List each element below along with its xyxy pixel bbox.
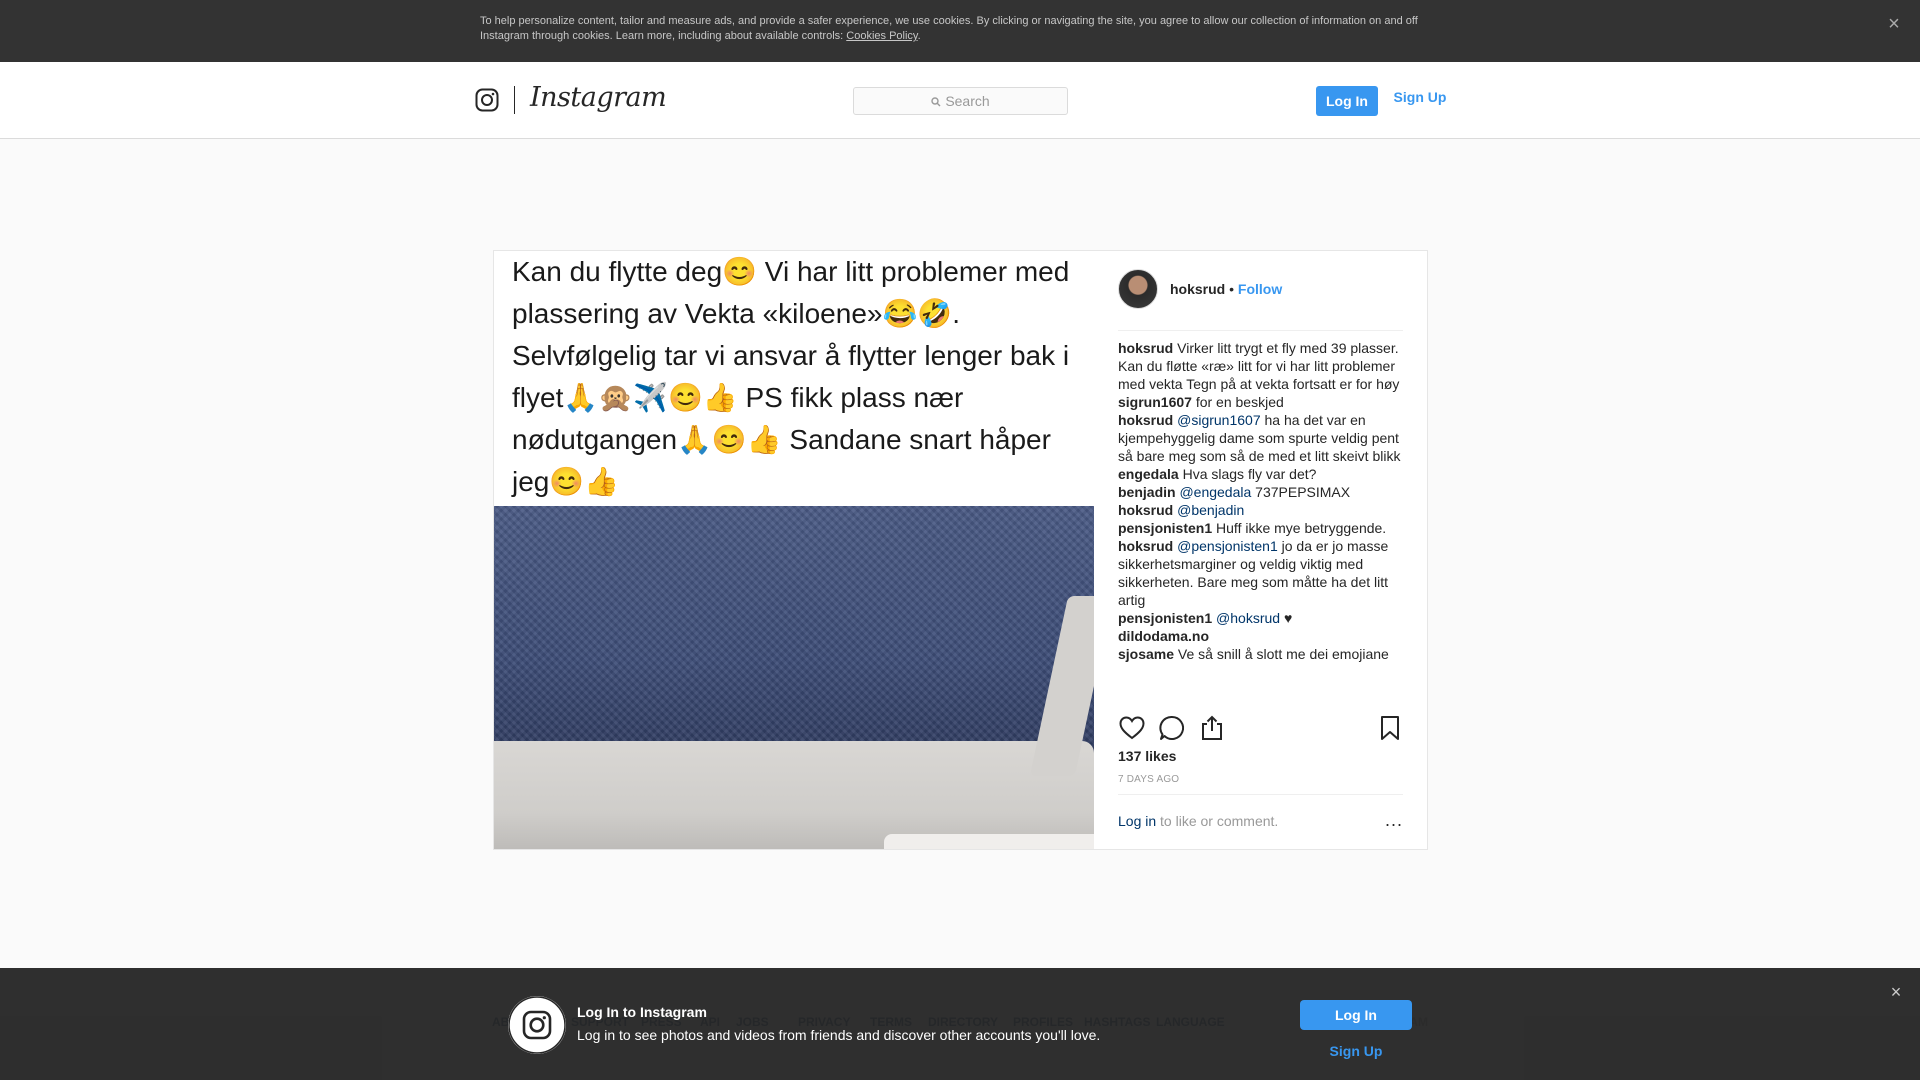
comment-item: hoksrud @sigrun1607 ha ha det var en kje… bbox=[1118, 411, 1408, 465]
instagram-wordmark[interactable]: Instagram bbox=[530, 82, 667, 113]
image-caption-text: Kan du flytte deg😊 Vi har litt problemer… bbox=[494, 251, 1094, 506]
comment-text: 737PEPSIMAX bbox=[1251, 484, 1351, 500]
comment-username[interactable]: engedala bbox=[1118, 466, 1179, 482]
comment-item: pensjonisten1 Huff ikke mye betryggende. bbox=[1118, 519, 1408, 537]
top-nav: Instagram Search Log In Sign Up bbox=[0, 62, 1920, 139]
comment-username[interactable]: hoksrud bbox=[1118, 502, 1173, 518]
login-prompt-text: to like or comment. bbox=[1156, 813, 1279, 829]
search-icon bbox=[931, 97, 941, 107]
share-icon[interactable] bbox=[1198, 714, 1226, 742]
comment-username[interactable]: hoksrud bbox=[1118, 538, 1173, 554]
seat-photo bbox=[494, 506, 1094, 849]
comment-text: Ve så snill å slott me dei emojiane bbox=[1174, 646, 1389, 662]
tray-highlight bbox=[884, 834, 1094, 849]
login-banner-title: Log In to Instagram bbox=[577, 1004, 707, 1020]
post-card: Kan du flytte deg😊 Vi har litt problemer… bbox=[493, 250, 1428, 850]
heart-icon[interactable] bbox=[1118, 714, 1146, 742]
comment-icon[interactable] bbox=[1158, 714, 1186, 742]
cookies-policy-link[interactable]: Cookies Policy bbox=[846, 30, 917, 42]
post-timestamp[interactable]: 7 DAYS AGO bbox=[1118, 774, 1179, 785]
tray-table bbox=[494, 741, 1094, 849]
search-input[interactable]: Search bbox=[853, 87, 1068, 115]
comment-item: hoksrud Virker litt trygt et fly med 39 … bbox=[1118, 339, 1408, 393]
comment-item: hoksrud @benjadin bbox=[1118, 501, 1408, 519]
comment-username[interactable]: sjosame bbox=[1118, 646, 1174, 662]
comment-username[interactable]: hoksrud bbox=[1118, 340, 1173, 356]
instagram-logo-icon[interactable] bbox=[475, 88, 499, 112]
comment-text: for en beskjed bbox=[1191, 394, 1284, 410]
comment-item: sjosame Ve så snill å slott me dei emoji… bbox=[1118, 645, 1408, 663]
comment-mention[interactable]: @sigrun1607 bbox=[1177, 412, 1261, 428]
comment-item: hoksrud @pensjonisten1 jo da er jo masse… bbox=[1118, 537, 1408, 609]
comment-list[interactable]: hoksrud Virker litt trygt et fly med 39 … bbox=[1118, 339, 1408, 701]
more-options-icon[interactable]: ... bbox=[1385, 795, 1403, 845]
comment-username[interactable]: pensjonisten1 bbox=[1118, 520, 1212, 536]
comment-text: Huff ikke mye betryggende. bbox=[1212, 520, 1387, 536]
cookie-suffix: . bbox=[917, 30, 921, 42]
comment-mention[interactable]: @hoksrud bbox=[1216, 610, 1280, 626]
instagram-app-icon bbox=[508, 996, 566, 1054]
banner-signup-link[interactable]: Sign Up bbox=[1300, 1039, 1412, 1063]
comment-item: dildodama.no bbox=[1118, 627, 1408, 645]
post-sidebar: hoksrud • Follow hoksrud Virker litt try… bbox=[1094, 251, 1427, 849]
comment-text: ♥ bbox=[1280, 610, 1293, 626]
comment-username[interactable]: dildodama.no bbox=[1118, 628, 1209, 644]
login-prompt: Log in to like or comment. ... bbox=[1118, 794, 1403, 848]
logo-divider bbox=[514, 86, 515, 114]
login-link[interactable]: Log in bbox=[1118, 813, 1156, 829]
comment-item: sigrun1607 for en beskjed bbox=[1118, 393, 1408, 411]
cookie-text: To help personalize content, tailor and … bbox=[480, 14, 1430, 44]
author-username[interactable]: hoksrud bbox=[1170, 281, 1225, 297]
comment-mention[interactable]: @pensjonisten1 bbox=[1177, 538, 1278, 554]
post-image[interactable]: Kan du flytte deg😊 Vi har litt problemer… bbox=[494, 251, 1094, 849]
follow-button[interactable]: Follow bbox=[1238, 281, 1282, 297]
comment-username[interactable]: pensjonisten1 bbox=[1118, 610, 1212, 626]
likes-count[interactable]: 137 likes bbox=[1118, 748, 1176, 764]
comment-item: pensjonisten1 @hoksrud ♥ bbox=[1118, 609, 1408, 627]
login-button[interactable]: Log In bbox=[1316, 86, 1378, 116]
cookie-banner: To help personalize content, tailor and … bbox=[0, 0, 1920, 62]
comment-username[interactable]: benjadin bbox=[1118, 484, 1176, 500]
comment-username[interactable]: hoksrud bbox=[1118, 412, 1173, 428]
comment-mention[interactable]: @engedala bbox=[1179, 484, 1251, 500]
banner-login-button[interactable]: Log In bbox=[1300, 1000, 1412, 1030]
cookie-message: To help personalize content, tailor and … bbox=[480, 15, 1418, 42]
post-header: hoksrud • Follow bbox=[1118, 269, 1403, 331]
close-icon[interactable]: × bbox=[1886, 982, 1906, 1002]
comment-item: benjadin @engedala 737PEPSIMAX bbox=[1118, 483, 1408, 501]
separator-dot: • bbox=[1229, 281, 1235, 297]
comment-mention[interactable]: @benjadin bbox=[1177, 502, 1244, 518]
cookie-close-icon[interactable]: × bbox=[1884, 14, 1904, 34]
comment-text: Hva slags fly var det? bbox=[1178, 466, 1317, 482]
action-bar bbox=[1118, 714, 1403, 744]
search-placeholder: Search bbox=[945, 93, 990, 109]
login-banner: Log In to Instagram Log in to see photos… bbox=[0, 968, 1920, 1080]
login-banner-description: Log in to see photos and videos from fri… bbox=[577, 1027, 1101, 1043]
signup-link[interactable]: Sign Up bbox=[1390, 86, 1450, 116]
avatar[interactable] bbox=[1118, 269, 1158, 309]
bookmark-icon[interactable] bbox=[1376, 714, 1404, 742]
comment-username[interactable]: sigrun1607 bbox=[1118, 394, 1192, 410]
comment-item: engedala Hva slags fly var det? bbox=[1118, 465, 1408, 483]
